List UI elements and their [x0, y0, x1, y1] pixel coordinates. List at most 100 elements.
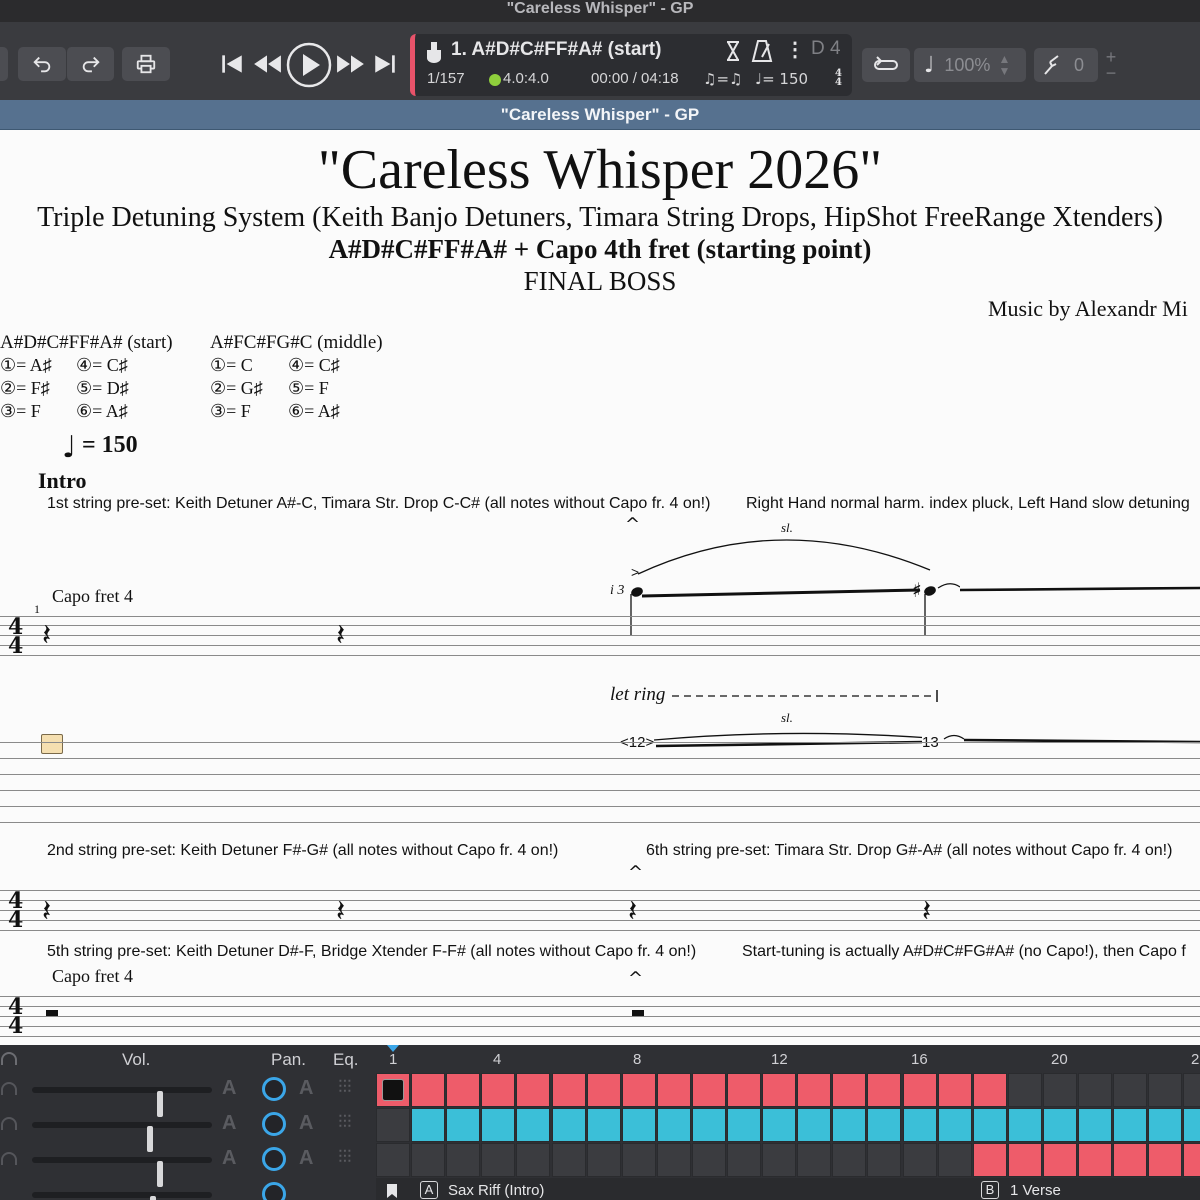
timeline-bar-cell[interactable]: [656, 1143, 691, 1177]
timeline-bar-cell[interactable]: [481, 1143, 516, 1177]
timeline-bar-cell[interactable]: [1148, 1108, 1183, 1142]
timeline-bar-cell[interactable]: [691, 1108, 726, 1142]
redo-button[interactable]: [66, 47, 114, 81]
pan-knob[interactable]: [262, 1077, 286, 1101]
timeline-bar-cell[interactable]: [972, 1143, 1007, 1177]
timeline-bar-cell[interactable]: [1042, 1143, 1077, 1177]
timeline-bar-cell[interactable]: [481, 1073, 516, 1107]
timeline-bar-cell[interactable]: [972, 1108, 1007, 1142]
note-head-group[interactable]: [620, 578, 960, 638]
timeline-bar-cell[interactable]: [727, 1108, 761, 1142]
direction-text-4[interactable]: 6th string pre-set: Timara Str. Drop G#-…: [646, 842, 1172, 860]
timeline-bar-cell[interactable]: [551, 1108, 586, 1142]
marker-letter-b[interactable]: B: [981, 1181, 999, 1199]
marker-letter-a[interactable]: A: [420, 1181, 438, 1199]
timeline-bar-cell[interactable]: [376, 1108, 410, 1142]
lcd-display[interactable]: 1. A#D#C#FF#A# (start) ⋮ D 4 1/157 4.0:4…: [410, 34, 852, 96]
timeline-bar-cell[interactable]: [727, 1073, 761, 1107]
volume-slider[interactable]: [32, 1087, 212, 1117]
fast-forward-button[interactable]: [334, 42, 368, 86]
timeline-bar-cell[interactable]: [1183, 1143, 1200, 1177]
print-button[interactable]: [122, 47, 170, 81]
zoom-stepper[interactable]: + −: [1100, 48, 1122, 82]
timeline-bar-cell[interactable]: [446, 1143, 481, 1177]
timeline-bar-cell[interactable]: [551, 1143, 586, 1177]
stepper-icon[interactable]: ▲ ▼: [998, 53, 1010, 77]
volume-slider[interactable]: [32, 1122, 212, 1152]
timeline-bar-cell[interactable]: [1183, 1073, 1200, 1107]
timeline-bar-cell[interactable]: [797, 1073, 832, 1107]
timeline-bar-cell[interactable]: [691, 1143, 726, 1177]
timeline-bar-cell[interactable]: [1148, 1073, 1183, 1107]
timeline-bar-cell[interactable]: [797, 1143, 832, 1177]
headphones-icon[interactable]: [0, 1081, 18, 1099]
timeline-bar-cell[interactable]: [937, 1143, 972, 1177]
half-rest[interactable]: [46, 1010, 58, 1016]
timeline-bar-cell[interactable]: [762, 1108, 797, 1142]
direction-text-1[interactable]: 1st string pre-set: Keith Detuner A#-C, …: [47, 495, 710, 513]
timeline-bar-cell[interactable]: [902, 1073, 937, 1107]
volume-automation-button[interactable]: A: [222, 1147, 236, 1170]
timeline-bar-cell[interactable]: [656, 1108, 691, 1142]
direction-text-6[interactable]: Start-tuning is actually A#D#C#FG#A# (no…: [742, 943, 1186, 961]
timeline-bar-cell[interactable]: [762, 1143, 797, 1177]
pan-knob[interactable]: [262, 1147, 286, 1171]
pan-knob[interactable]: [262, 1112, 286, 1136]
timeline-bar-cell[interactable]: [516, 1108, 551, 1142]
triplet-feel[interactable]: ♫=♫: [703, 70, 742, 88]
sidebar-toggle-button[interactable]: [0, 47, 8, 81]
timeline-bar-cell[interactable]: [376, 1143, 410, 1177]
timeline-bar-cell[interactable]: [551, 1073, 586, 1107]
bookmark-icon[interactable]: [386, 1183, 398, 1199]
volume-automation-button[interactable]: A: [222, 1077, 236, 1100]
timeline-bar-cell[interactable]: [1078, 1143, 1112, 1177]
pitch-control[interactable]: 0: [1034, 48, 1098, 82]
quarter-rest[interactable]: 𝄽: [42, 894, 51, 929]
pan-knob[interactable]: [262, 1182, 286, 1200]
cursor-marker[interactable]: [41, 734, 63, 754]
timeline-bar-cell[interactable]: [937, 1073, 972, 1107]
timeline-bar-cell[interactable]: [1113, 1143, 1148, 1177]
timeline-bar-cell[interactable]: [762, 1073, 797, 1107]
timeline-bar-cell[interactable]: [621, 1108, 656, 1142]
quarter-rest[interactable]: 𝄽: [336, 894, 345, 929]
section-intro[interactable]: Intro: [38, 468, 87, 494]
timeline-bar-cell[interactable]: [411, 1073, 446, 1107]
timeline-bar-cell[interactable]: [1183, 1108, 1200, 1142]
rewind-button[interactable]: [250, 42, 284, 86]
undo-button[interactable]: [18, 47, 66, 81]
hourglass-icon[interactable]: [723, 40, 743, 62]
volume-slider[interactable]: [32, 1192, 212, 1200]
timeline-bar-cell[interactable]: [867, 1108, 902, 1142]
play-button[interactable]: [286, 42, 332, 88]
volume-slider-thumb[interactable]: [150, 1196, 156, 1200]
marker-name-a[interactable]: Sax Riff (Intro): [448, 1182, 544, 1199]
timeline-bar-cell[interactable]: [516, 1073, 551, 1107]
track-timeline-grid[interactable]: [376, 1073, 1200, 1178]
timeline-bar-cell[interactable]: [1148, 1143, 1183, 1177]
marker-name-b[interactable]: 1 Verse: [1010, 1182, 1061, 1199]
eq-icon[interactable]: ⫶⫶⫶: [338, 1077, 352, 1098]
timeline-bar-cell[interactable]: [446, 1073, 481, 1107]
timeline-bar-cell[interactable]: [656, 1073, 691, 1107]
timeline-bar-cell[interactable]: [972, 1073, 1007, 1107]
timeline-bar-cell[interactable]: [691, 1073, 726, 1107]
headphones-icon[interactable]: [0, 1151, 18, 1169]
timeline-bar-cell[interactable]: [902, 1143, 937, 1177]
direction-text-3[interactable]: 2nd string pre-set: Keith Detuner F#-G# …: [47, 842, 558, 860]
timeline-bar-cell[interactable]: [481, 1108, 516, 1142]
timeline-bar-cell[interactable]: [516, 1143, 551, 1177]
selected-bar-indicator[interactable]: [382, 1079, 404, 1101]
quarter-rest[interactable]: 𝄽: [336, 618, 345, 653]
timeline-bar-cell[interactable]: [902, 1108, 937, 1142]
timeline-bar-cell[interactable]: [867, 1073, 902, 1107]
timeline-bar-cell[interactable]: [1007, 1143, 1042, 1177]
metronome-icon[interactable]: [751, 39, 773, 63]
go-to-start-button[interactable]: [218, 42, 246, 86]
eq-icon[interactable]: ⫶⫶⫶: [338, 1112, 352, 1133]
pan-automation-button[interactable]: A: [299, 1112, 313, 1135]
more-options-icon[interactable]: ⋮: [785, 37, 805, 62]
headphones-icon[interactable]: [0, 1116, 18, 1134]
timeline-bar-cell[interactable]: [832, 1143, 867, 1177]
pan-automation-button[interactable]: A: [299, 1147, 313, 1170]
